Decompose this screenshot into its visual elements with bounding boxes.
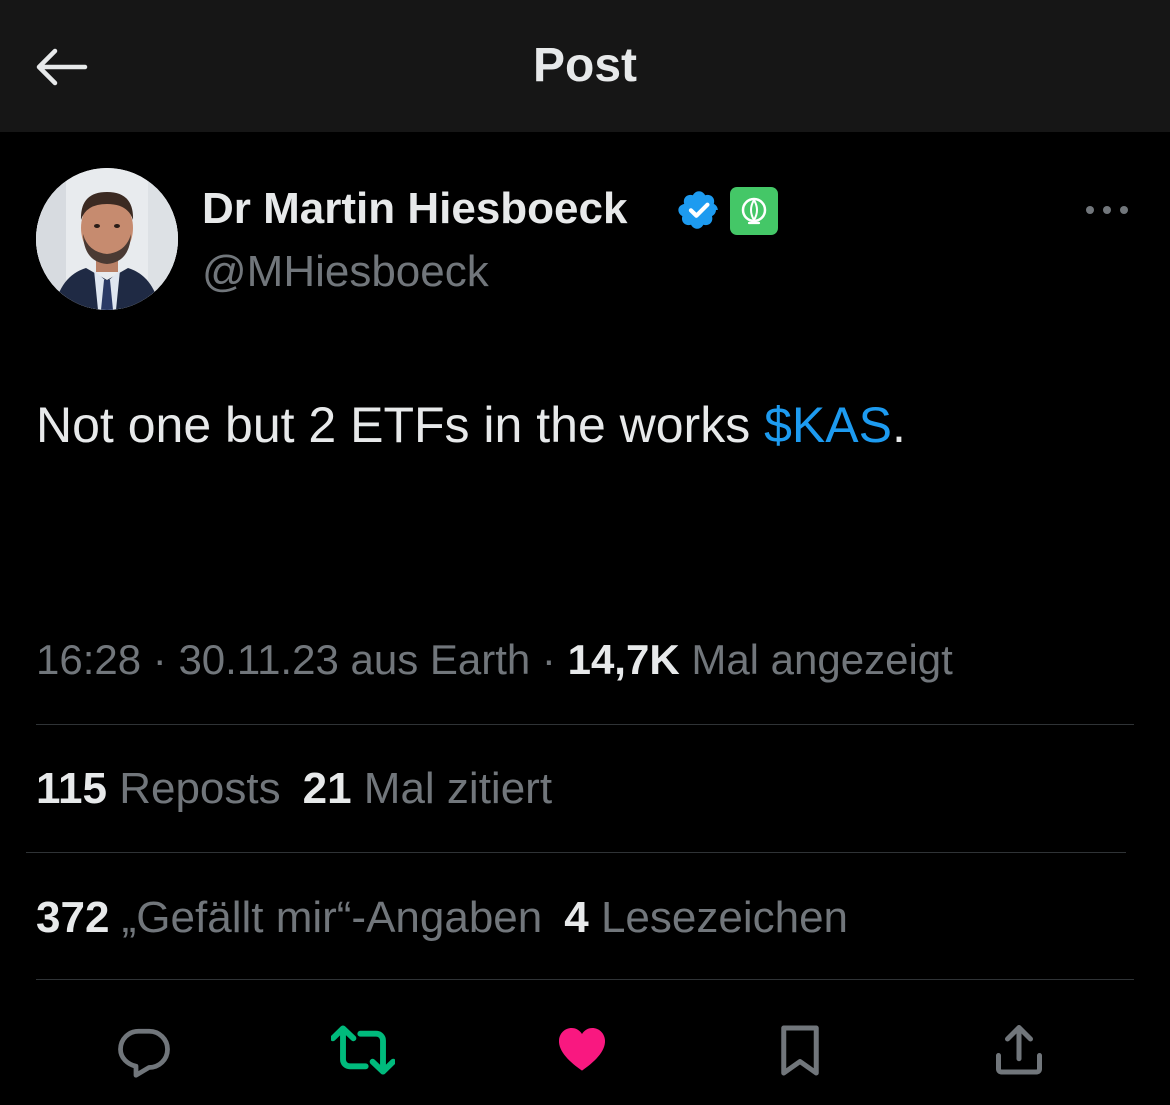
quotes-stat[interactable]: 21 Mal zitiert	[303, 764, 552, 814]
repost-button[interactable]	[331, 1018, 395, 1082]
tweet-text: Not one but 2 ETFs in the works $KAS.	[36, 396, 906, 454]
stats-row-reposts: 115 Reposts 21 Mal zitiert	[36, 764, 552, 814]
views-count: 14,7K	[567, 636, 680, 683]
share-icon	[996, 1025, 1042, 1075]
tweet-source: aus Earth	[338, 636, 531, 683]
more-dot-icon	[1120, 206, 1128, 214]
top-navigation-bar: Post	[0, 0, 1170, 132]
page-title: Post	[532, 39, 637, 92]
avatar[interactable]	[36, 168, 178, 310]
repost-icon	[331, 1025, 395, 1075]
bookmark-button[interactable]	[768, 1018, 832, 1082]
tweet-meta: 16:28 · 30.11.23 aus Earth · 14,7K Mal a…	[36, 636, 953, 684]
divider	[36, 724, 1134, 725]
author-handle[interactable]: @MHiesboeck	[202, 247, 489, 297]
author-name[interactable]: Dr Martin Hiesboeck	[202, 184, 627, 234]
quotes-label: Mal zitiert	[351, 764, 553, 813]
reposts-stat[interactable]: 115 Reposts	[36, 764, 281, 814]
stats-row-likes: 372 „Gefällt mir“-Angaben 4 Lesezeichen	[36, 893, 848, 943]
cashtag-link[interactable]: $KAS	[764, 397, 892, 453]
more-dot-icon	[1103, 206, 1111, 214]
bookmarks-label: Lesezeichen	[588, 893, 849, 942]
divider	[36, 979, 1134, 980]
like-button[interactable]	[550, 1018, 614, 1082]
likes-label: „Gefällt mir“-Angaben	[109, 893, 543, 942]
bookmarks-stat[interactable]: 4 Lesezeichen	[564, 893, 848, 943]
verified-badge-icon[interactable]	[677, 188, 721, 232]
more-options-button[interactable]	[1082, 196, 1132, 224]
quotes-count: 21	[302, 764, 352, 813]
reposts-label: Reposts	[106, 764, 281, 813]
reply-button[interactable]	[112, 1018, 176, 1082]
views-label: Mal angezeigt	[679, 636, 953, 683]
like-icon	[558, 1028, 606, 1071]
divider	[26, 852, 1126, 853]
tweet-action-bar	[0, 1010, 1170, 1090]
affiliation-logo-icon	[741, 197, 767, 225]
share-button[interactable]	[987, 1018, 1051, 1082]
reposts-count: 115	[36, 764, 107, 813]
tweet-text-main: Not one but 2 ETFs in the works	[36, 397, 765, 453]
bookmark-icon	[781, 1025, 819, 1076]
reply-icon	[118, 1028, 170, 1078]
meta-separator: ·	[530, 636, 568, 683]
avatar-photo	[36, 168, 178, 310]
tweet-text-end: .	[891, 397, 906, 453]
affiliation-badge-icon[interactable]	[730, 187, 778, 235]
bookmarks-count: 4	[564, 893, 589, 942]
likes-count: 372	[36, 893, 110, 942]
meta-separator: ·	[141, 636, 179, 683]
likes-stat[interactable]: 372 „Gefällt mir“-Angaben	[36, 893, 542, 943]
tweet-date[interactable]: 30.11.23	[178, 636, 338, 683]
more-dot-icon	[1086, 206, 1094, 214]
tweet-time[interactable]: 16:28	[36, 636, 141, 683]
